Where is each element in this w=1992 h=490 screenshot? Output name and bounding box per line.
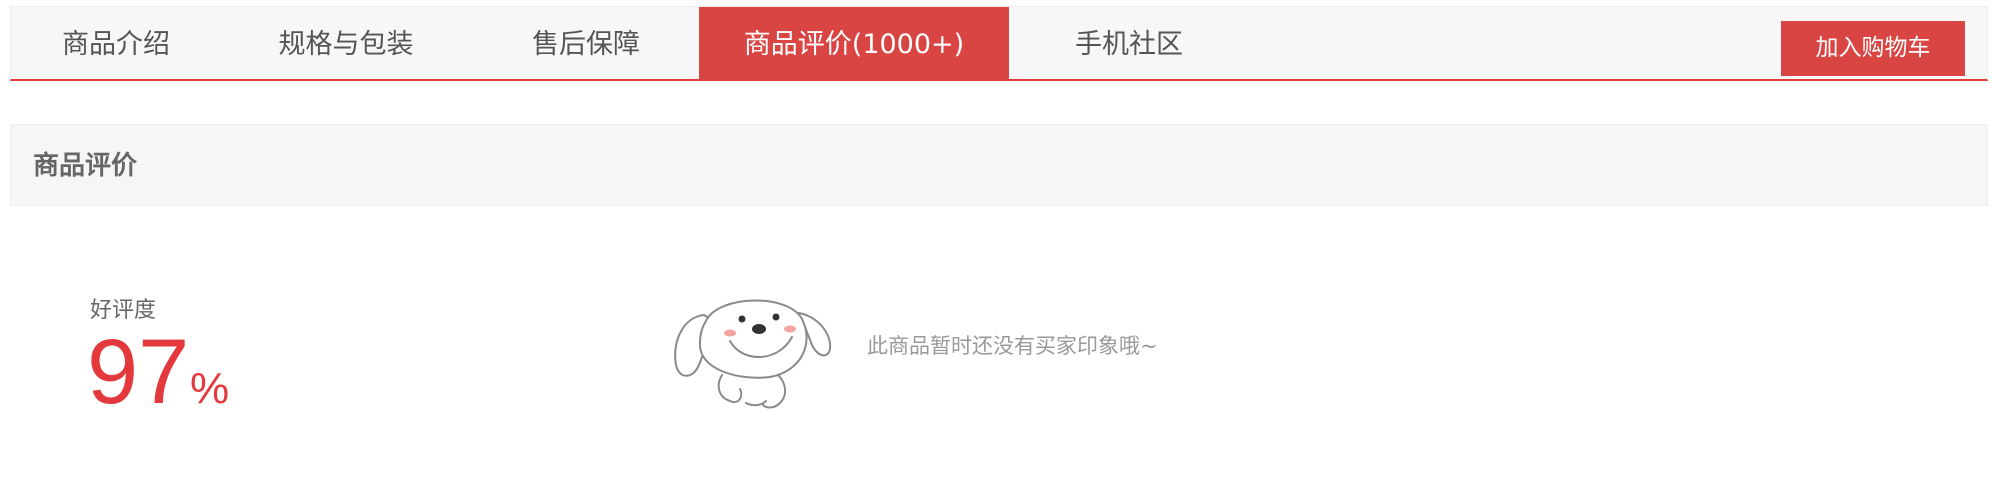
tab-product-intro[interactable]: 商品介绍 [11, 7, 221, 80]
positive-rate-unit: % [190, 364, 230, 413]
tab-reviews[interactable]: 商品评价(1000+) [699, 7, 1009, 80]
tab-specs-packaging[interactable]: 规格与包装 [221, 7, 471, 80]
tab-bar: 商品介绍 规格与包装 售后保障 商品评价(1000+) 手机社区 [10, 6, 1988, 81]
section-title: 商品评价 [33, 151, 138, 181]
positive-rate-value: 97 [87, 321, 190, 423]
positive-rate-label: 好评度 [90, 298, 157, 323]
section-header: 商品评价 [10, 124, 1988, 206]
add-to-cart-button[interactable]: 加入购物车 [1781, 21, 1965, 76]
tab-phone-community[interactable]: 手机社区 [1009, 7, 1249, 80]
tab-after-sales[interactable]: 售后保障 [471, 7, 701, 80]
no-impression-text: 此商品暂时还没有买家印象哦~ [867, 334, 1158, 358]
jd-dog-mascot-icon [674, 299, 832, 409]
